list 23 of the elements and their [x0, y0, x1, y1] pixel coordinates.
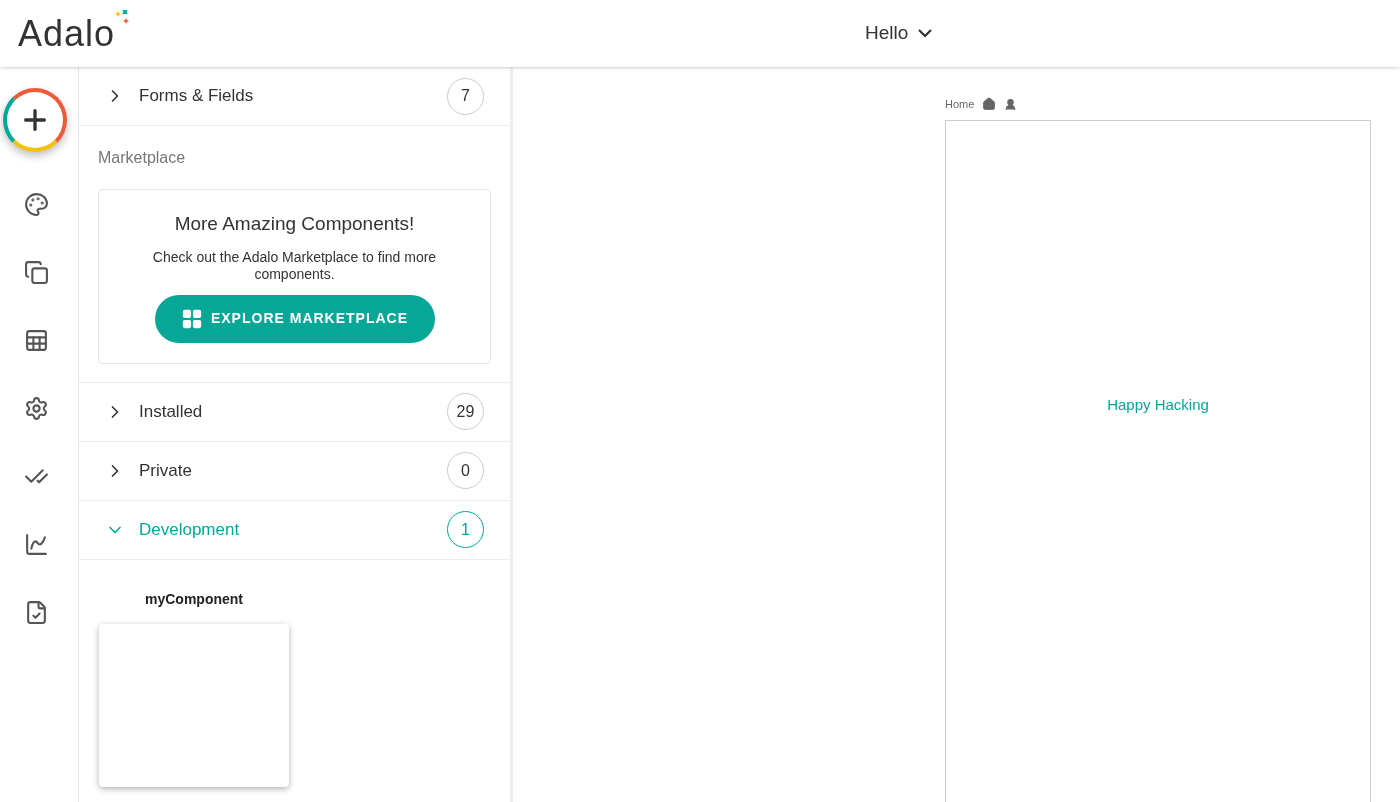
section-heading: Marketplace [98, 148, 187, 168]
logo[interactable]: Adalo [18, 15, 116, 52]
screen-text: Happy Hacking [1107, 395, 1209, 415]
add-button[interactable] [3, 88, 67, 152]
card-text: Check out the Adalo Marketplace to find more components. [151, 248, 438, 283]
screen-name: Home [945, 96, 975, 112]
category-row[interactable]: Installed 29 [79, 382, 510, 442]
component-name: myComponent [144, 589, 244, 609]
component-thumbnail[interactable] [99, 623, 289, 787]
chevron-down-icon [918, 29, 933, 38]
app-menu[interactable]: Hello [865, 19, 933, 48]
line-chart-icon[interactable] [23, 532, 49, 557]
category-row[interactable]: Private 0 [79, 441, 510, 501]
screens-icon[interactable] [23, 260, 49, 285]
sheet-icon[interactable] [23, 328, 49, 353]
count-badge: 0 [447, 452, 484, 489]
category-row[interactable]: Forms & Fields 7 [79, 67, 510, 126]
home-icon [982, 97, 997, 111]
settings-icon[interactable] [23, 396, 49, 421]
card-title: More Amazing Components! [174, 212, 415, 236]
sparkle-icon [115, 9, 130, 26]
palette-icon[interactable] [23, 192, 49, 217]
user-icon [1004, 97, 1018, 111]
